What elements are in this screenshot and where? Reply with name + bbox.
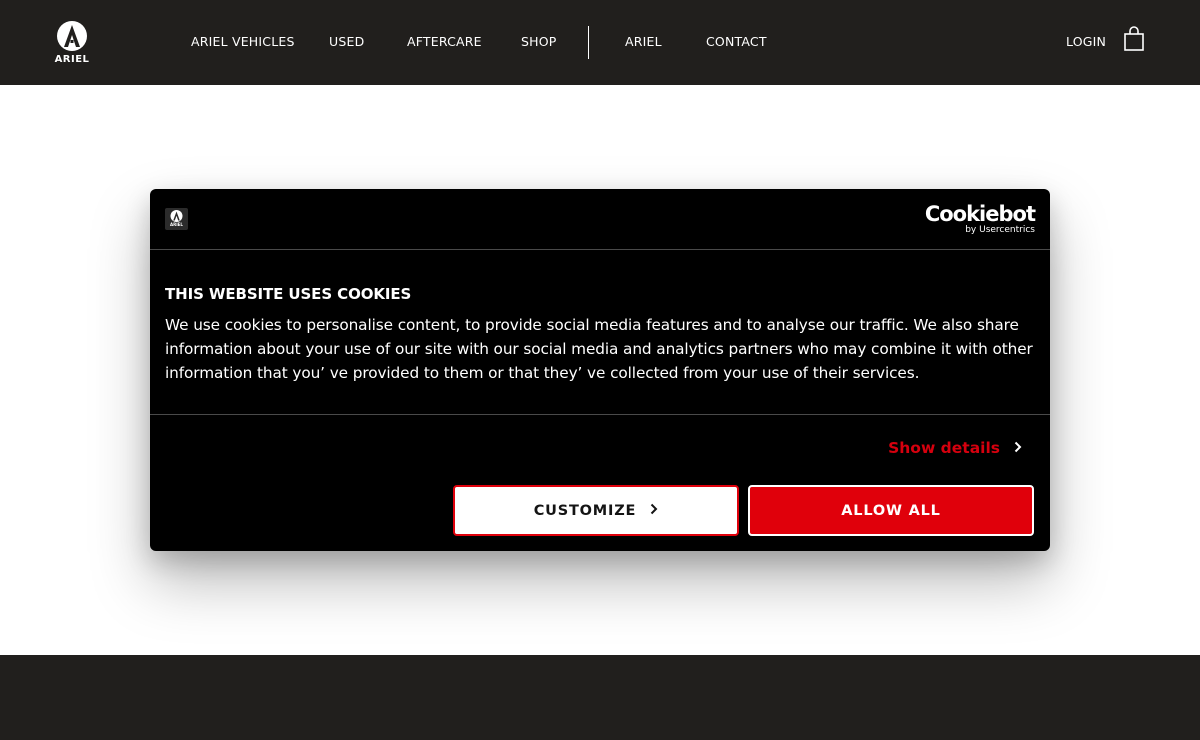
show-details-label: Show details bbox=[888, 439, 1000, 457]
nav-aftercare[interactable]: AFTERCARE bbox=[407, 34, 482, 49]
cookiebot-logo: Cookiebot by Usercentrics bbox=[924, 202, 1036, 235]
customize-button[interactable]: CUSTOMIZE bbox=[453, 485, 739, 536]
login-link[interactable]: LOGIN bbox=[1066, 34, 1106, 49]
chevron-right-icon bbox=[1014, 439, 1022, 457]
shopping-bag-icon[interactable] bbox=[1124, 26, 1144, 52]
cookiebot-name: Cookiebot bbox=[924, 202, 1036, 226]
nav-contact[interactable]: CONTACT bbox=[706, 34, 767, 49]
cookie-consent-dialog: ARIEL Cookiebot by Usercentrics THIS WEB… bbox=[150, 189, 1050, 551]
nav-divider bbox=[588, 26, 589, 59]
dialog-logo-label: ARIEL bbox=[170, 222, 183, 227]
chevron-right-icon bbox=[650, 503, 658, 519]
nav-ariel-vehicles[interactable]: ARIEL VEHICLES bbox=[191, 34, 295, 49]
nav-shop[interactable]: SHOP bbox=[521, 34, 557, 49]
dialog-divider-bottom bbox=[150, 414, 1050, 415]
site-header: ARIEL ARIEL VEHICLES USED AFTERCARE SHOP… bbox=[0, 0, 1200, 85]
cookiebot-sub: by Usercentrics bbox=[965, 225, 1035, 235]
allow-all-button[interactable]: ALLOW ALL bbox=[748, 485, 1034, 536]
nav-used[interactable]: USED bbox=[329, 34, 364, 49]
dialog-body: We use cookies to personalise content, t… bbox=[165, 316, 1033, 382]
customize-label: CUSTOMIZE bbox=[533, 502, 637, 519]
main-nav: ARIEL VEHICLES USED AFTERCARE SHOP ARIEL… bbox=[0, 0, 1200, 85]
show-details-link[interactable]: Show details bbox=[888, 439, 1022, 457]
dialog-title: THIS WEBSITE USES COOKIES bbox=[165, 285, 412, 303]
dialog-divider-top bbox=[150, 249, 1050, 250]
dialog-ariel-logo: ARIEL bbox=[165, 208, 188, 230]
footer-band bbox=[0, 655, 1200, 740]
nav-ariel[interactable]: ARIEL bbox=[625, 34, 662, 49]
